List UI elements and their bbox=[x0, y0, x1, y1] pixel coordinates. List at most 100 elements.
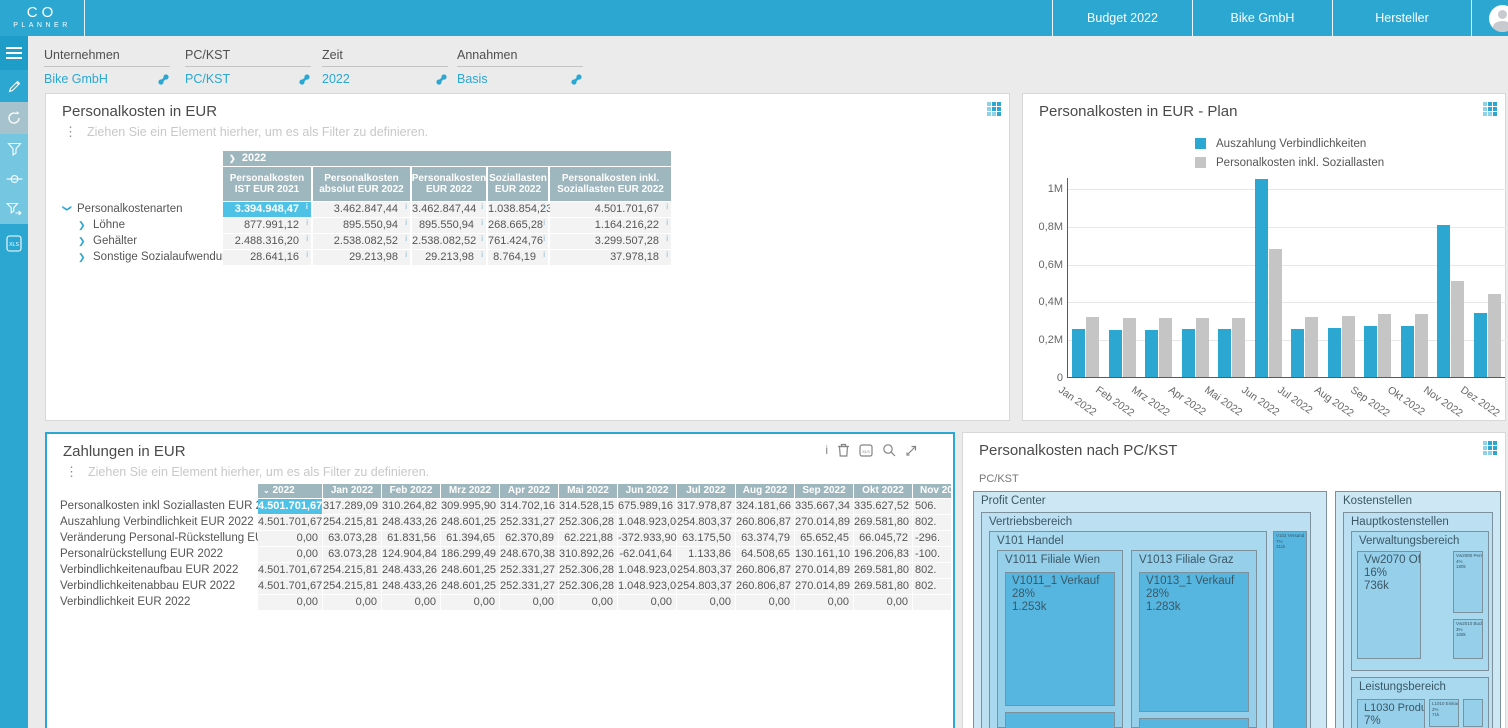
value-cell[interactable]: 252.331,27 bbox=[500, 563, 558, 578]
value-cell[interactable]: 29.213,98i bbox=[412, 250, 486, 265]
value-cell[interactable]: 186.299,49 bbox=[441, 547, 499, 562]
value-cell[interactable]: 260.806,87 bbox=[736, 579, 794, 594]
value-cell[interactable]: -296. bbox=[913, 531, 951, 546]
drag-handle-icon[interactable]: ⋮ bbox=[65, 467, 78, 477]
info-icon[interactable]: i bbox=[825, 443, 828, 457]
value-cell[interactable]: 310.264,82 bbox=[382, 499, 440, 514]
value-cell[interactable]: 335.627,52 bbox=[854, 499, 912, 514]
month-header[interactable]: Feb 2022 bbox=[382, 484, 440, 498]
year-value-cell[interactable]: 4.501.701,67 bbox=[258, 499, 322, 514]
value-cell[interactable]: 248.433,26 bbox=[382, 515, 440, 530]
year-value-cell[interactable]: 4.501.701,67 bbox=[258, 563, 322, 578]
treemap-leaf-vw2010-buchhaltung[interactable]: Vw2010 Buchhaltung 3% 108k bbox=[1453, 619, 1483, 659]
month-header[interactable]: Mai 2022 bbox=[559, 484, 617, 498]
value-cell[interactable]: 63.073,28 bbox=[323, 547, 381, 562]
value-cell[interactable]: 802. bbox=[913, 563, 951, 578]
value-cell[interactable]: 314.702,16 bbox=[500, 499, 558, 514]
value-cell[interactable]: 1.048.923,06 bbox=[618, 579, 676, 594]
filter-drop-zone[interactable]: ⋮ Ziehen Sie ein Element hierher, um es … bbox=[64, 125, 428, 139]
value-cell[interactable]: 802. bbox=[913, 579, 951, 594]
value-cell[interactable]: 252.331,27 bbox=[500, 579, 558, 594]
value-cell[interactable]: 254.803,37 bbox=[677, 515, 735, 530]
chevron-right-icon[interactable]: ❯ bbox=[78, 234, 88, 249]
value-cell[interactable]: 28.641,16i bbox=[223, 250, 311, 265]
treemap-leaf-v1013-small[interactable] bbox=[1139, 718, 1249, 728]
value-cell[interactable]: 309.995,90 bbox=[441, 499, 499, 514]
filter-value[interactable]: 2022 bbox=[322, 72, 350, 86]
treemap-leaf-v1011-small[interactable] bbox=[1005, 712, 1115, 728]
column-header[interactable]: Personalkosten absolut EUR 2022 bbox=[313, 167, 410, 201]
treemap-leaf-vw2080-personal[interactable]: Vw2080 Personal 4% 180k bbox=[1453, 551, 1483, 613]
filter-value[interactable]: Bike GmbH bbox=[44, 72, 108, 86]
value-cell[interactable]: 2.488.316,20i bbox=[223, 234, 311, 249]
value-cell[interactable]: 802. bbox=[913, 515, 951, 530]
value-cell[interactable]: 248.433,26 bbox=[382, 563, 440, 578]
value-cell[interactable]: 269.581,80 bbox=[854, 563, 912, 578]
value-cell[interactable]: 8.764,19i bbox=[488, 250, 548, 265]
month-header[interactable]: Jan 2022 bbox=[323, 484, 381, 498]
value-cell[interactable]: -100. bbox=[913, 547, 951, 562]
widget-grid-icon[interactable] bbox=[927, 443, 941, 457]
month-header[interactable]: Apr 2022 bbox=[500, 484, 558, 498]
value-cell[interactable]: 314.528,15 bbox=[559, 499, 617, 514]
treemap-leaf-small-1[interactable] bbox=[1463, 699, 1483, 727]
value-cell[interactable]: 324.181,66 bbox=[736, 499, 794, 514]
value-cell[interactable]: 3.462.847,44i bbox=[313, 202, 410, 217]
filter-value[interactable]: Basis bbox=[457, 72, 488, 86]
axis-selector-icon[interactable] bbox=[0, 164, 28, 194]
year-value-cell[interactable]: 0,00 bbox=[258, 547, 322, 562]
app-logo[interactable]: CO PLANNER bbox=[0, 0, 85, 36]
xls-export-icon[interactable]: XLS bbox=[0, 226, 28, 260]
tab-budget-2022[interactable]: Budget 2022 bbox=[1052, 0, 1192, 36]
link-icon[interactable] bbox=[570, 73, 583, 86]
link-icon[interactable] bbox=[435, 73, 448, 86]
value-cell[interactable]: 260.806,87 bbox=[736, 515, 794, 530]
value-cell[interactable]: 65.652,45 bbox=[795, 531, 853, 546]
value-cell[interactable]: 252.306,28 bbox=[559, 515, 617, 530]
value-cell[interactable]: 269.581,80 bbox=[854, 515, 912, 530]
chevron-right-icon[interactable]: ❯ bbox=[78, 218, 88, 233]
refresh-icon[interactable] bbox=[0, 102, 28, 134]
value-cell[interactable]: 254.803,37 bbox=[677, 579, 735, 594]
value-cell[interactable]: 269.581,80 bbox=[854, 579, 912, 594]
chevron-down-icon[interactable]: ❯ bbox=[60, 205, 75, 215]
value-cell[interactable]: 254.803,37 bbox=[677, 563, 735, 578]
value-cell[interactable] bbox=[913, 595, 951, 610]
value-cell[interactable]: 64.508,65 bbox=[736, 547, 794, 562]
value-cell[interactable]: 317.289,09 bbox=[323, 499, 381, 514]
filter-value[interactable]: PC/KST bbox=[185, 72, 230, 86]
month-header[interactable]: Sep 2022 bbox=[795, 484, 853, 498]
value-cell[interactable]: 270.014,89 bbox=[795, 563, 853, 578]
month-header[interactable]: Jun 2022 bbox=[618, 484, 676, 498]
legend-item-personalkosten[interactable]: Personalkosten inkl. Soziallasten bbox=[1195, 153, 1384, 172]
value-cell[interactable]: 2.538.082,52i bbox=[313, 234, 410, 249]
value-cell[interactable]: 248.601,25 bbox=[441, 515, 499, 530]
value-cell[interactable]: 0,00 bbox=[500, 595, 558, 610]
export-xls-icon[interactable]: XLS bbox=[859, 444, 873, 457]
link-icon[interactable] bbox=[298, 73, 311, 86]
value-cell[interactable]: 248.601,25 bbox=[441, 579, 499, 594]
filter-funnel-icon[interactable] bbox=[0, 134, 28, 164]
value-cell[interactable]: 248.433,26 bbox=[382, 579, 440, 594]
value-cell[interactable]: -62.041,64 bbox=[618, 547, 676, 562]
value-cell[interactable]: 254.215,81 bbox=[323, 579, 381, 594]
value-cell[interactable]: 124.904,84 bbox=[382, 547, 440, 562]
value-cell[interactable]: 1.048.923,06 bbox=[618, 515, 676, 530]
value-cell[interactable]: 270.014,89 bbox=[795, 515, 853, 530]
menu-icon[interactable] bbox=[0, 36, 28, 70]
value-cell[interactable]: 0,00 bbox=[795, 595, 853, 610]
value-cell[interactable]: 3.394.948,47i bbox=[223, 202, 311, 217]
value-cell[interactable]: 62.221,88 bbox=[559, 531, 617, 546]
treemap-leaf-vw2070-office[interactable]: Vw2070 Office 16% 736k bbox=[1357, 551, 1421, 659]
treemap-leaf-l1030-produktion[interactable]: L1030 Produktion 7% 299k bbox=[1357, 699, 1425, 728]
value-cell[interactable]: 61.831,56 bbox=[382, 531, 440, 546]
value-cell[interactable]: 506. bbox=[913, 499, 951, 514]
value-cell[interactable]: 3.462.847,44i bbox=[412, 202, 486, 217]
month-header[interactable]: Nov 2022 bbox=[913, 484, 951, 498]
value-cell[interactable]: 248.670,38 bbox=[500, 547, 558, 562]
value-cell[interactable]: 254.215,81 bbox=[323, 515, 381, 530]
value-cell[interactable]: 63.374,79 bbox=[736, 531, 794, 546]
column-header[interactable]: Soziallasten EUR 2022 bbox=[488, 167, 548, 201]
value-cell[interactable]: 130.161,10 bbox=[795, 547, 853, 562]
filter-drop-zone[interactable]: ⋮ Ziehen Sie ein Element hierher, um es … bbox=[65, 465, 429, 479]
